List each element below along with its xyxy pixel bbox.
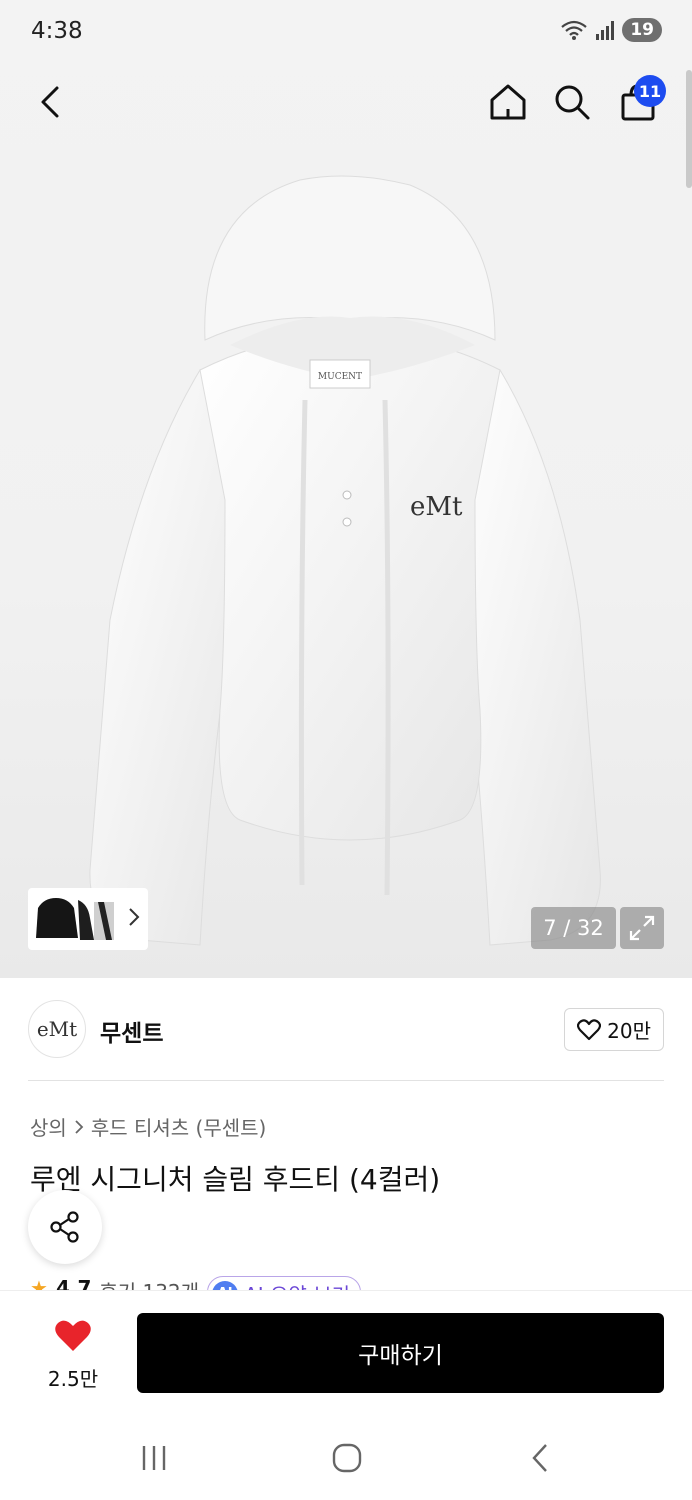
status-bar: 4:38 19 [0,0,692,66]
divider [28,1080,664,1081]
cart-count-badge: 11 [634,75,666,107]
search-button[interactable] [548,78,596,126]
product-title: 루엔 시그니처 슬림 후드티 (4컬러) [30,1163,441,1196]
brand-like-button[interactable]: 20만 [564,1008,664,1051]
neck-label-text: MUCENT [318,372,362,382]
back-nav-button[interactable] [510,1436,570,1480]
recent-apps-button[interactable] [124,1436,184,1480]
chevron-left-icon [41,86,59,118]
recent-apps-icon [142,1446,166,1470]
home-circle-icon [332,1443,362,1473]
status-icons: 19 [560,18,662,42]
chevron-right-icon [75,1119,84,1134]
wifi-icon [561,20,588,40]
battery-level: 19 [622,18,662,42]
hoodie-image: MUCENT eMt [89,175,601,946]
home-button[interactable] [484,78,532,126]
brand-row: eMt 무센트 20만 [28,1000,664,1060]
breadcrumb-category[interactable]: 상의 [30,1112,67,1141]
heart-outline-icon [577,1018,602,1040]
chevron-left-icon [532,1444,547,1472]
product-image-gallery[interactable]: MUCENT eMt [0,0,692,978]
favorite-button[interactable]: 2.5만 [30,1319,116,1392]
expand-icon [629,915,655,941]
breadcrumb: 상의 후드 티셔츠 (무센트) [30,1112,266,1141]
back-button[interactable] [26,78,74,126]
home-icon [490,84,526,120]
heart-filled-icon [55,1320,91,1351]
system-navigation-bar [0,1418,692,1500]
search-icon [555,85,590,120]
brand-logo[interactable]: eMt [28,1000,86,1058]
buy-button[interactable]: 구매하기 [137,1313,664,1393]
thumbnail-images [36,898,114,940]
expand-image-button[interactable] [620,907,664,949]
rating-row: ★ 4.7 후기 132개 AI AI 요약 보기 [30,1272,670,1292]
status-time: 4:38 [31,18,83,44]
color-thumbnails[interactable] [28,888,148,950]
home-nav-button[interactable] [317,1436,377,1480]
image-page-counter: 7 / 32 [531,907,616,949]
chest-logo: eMt [410,492,463,522]
chevron-right-icon [129,908,140,926]
brand-like-count: 20만 [607,1019,651,1043]
signal-icon [596,21,615,40]
share-button[interactable] [28,1190,102,1264]
favorite-count: 2.5만 [47,1367,99,1391]
scroll-indicator [686,70,692,188]
breadcrumb-subcategory[interactable]: 후드 티셔츠 (무센트) [91,1112,267,1141]
share-icon [50,1211,79,1243]
bottom-action-bar: 2.5만 구매하기 [0,1290,692,1418]
brand-name[interactable]: 무센트 [100,1014,163,1048]
